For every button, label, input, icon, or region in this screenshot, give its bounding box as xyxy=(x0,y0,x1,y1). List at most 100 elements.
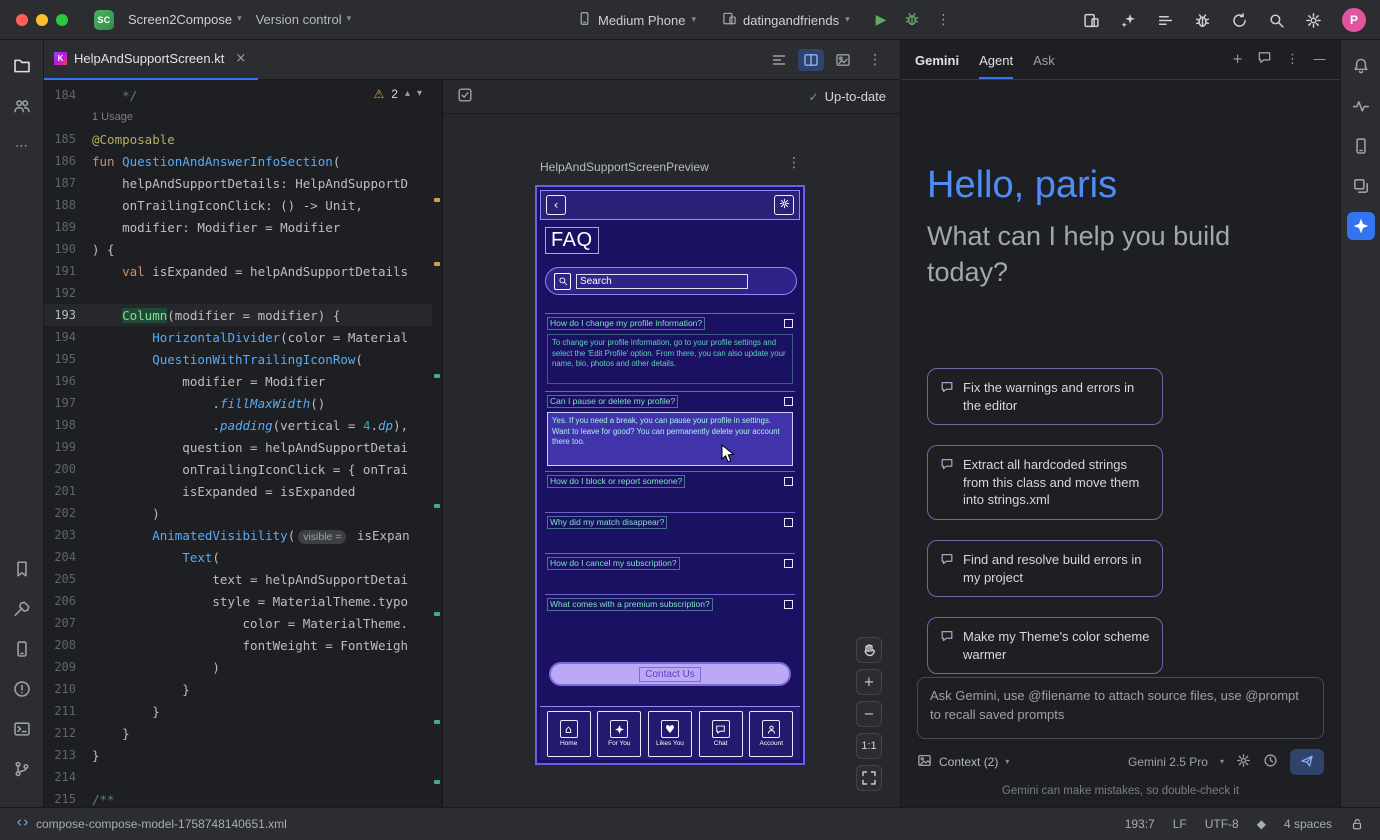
code-line[interactable]: 200 onTrailingIconClick = { onTrai xyxy=(44,458,432,480)
design-view-button[interactable] xyxy=(830,49,856,71)
nav-item-account[interactable]: Account xyxy=(749,711,793,757)
tab-ask[interactable]: Ask xyxy=(1033,53,1055,79)
suggestion-card[interactable]: Fix the warnings and errors in the edito… xyxy=(927,368,1163,425)
expand-icon[interactable] xyxy=(784,319,793,328)
inspections-widget[interactable]: ⚠ 2 ▴ ▾ xyxy=(369,86,426,102)
ai-actions-icon[interactable] xyxy=(1120,12,1137,29)
code-line[interactable]: 189 modifier: Modifier = Modifier xyxy=(44,216,432,238)
nav-item-home[interactable]: ⌂Home xyxy=(547,711,591,757)
code-line[interactable]: 208 fontWeight = FontWeigh xyxy=(44,634,432,656)
expand-icon[interactable] xyxy=(784,477,793,486)
expand-icon[interactable] xyxy=(784,600,793,609)
code-line[interactable]: 194 HorizontalDivider(color = Material xyxy=(44,326,432,348)
lock-icon[interactable] xyxy=(1350,817,1364,831)
code-line[interactable]: 1 Usage xyxy=(44,106,432,128)
code-line[interactable]: 215/** xyxy=(44,788,432,807)
phone-preview-blueprint[interactable]: ‹ FAQ Search How do I change xyxy=(535,185,805,765)
sync-project-icon[interactable] xyxy=(1231,12,1248,29)
history-icon[interactable] xyxy=(1263,753,1278,771)
code-line[interactable]: 202 ) xyxy=(44,502,432,524)
code-line[interactable]: 211 } xyxy=(44,700,432,722)
build-icon[interactable] xyxy=(8,595,36,623)
device-explorer-icon[interactable] xyxy=(8,635,36,663)
status-193-7[interactable]: 193:7 xyxy=(1125,817,1155,831)
contact-us-button[interactable]: Contact Us xyxy=(549,662,791,686)
code-line[interactable]: 190) { xyxy=(44,238,432,260)
tab-agent[interactable]: Agent xyxy=(979,53,1013,79)
running-devices-icon[interactable] xyxy=(1347,132,1375,160)
faq-question-row[interactable]: What comes with a premium subscription? xyxy=(545,595,795,615)
error-stripe-mark[interactable] xyxy=(434,612,440,616)
code-line[interactable]: 193 Column(modifier = modifier) { xyxy=(44,304,432,326)
expand-icon[interactable] xyxy=(784,518,793,527)
notifications-bell-icon[interactable] xyxy=(1347,52,1375,80)
gemini-prompt-input[interactable]: Ask Gemini, use @filename to attach sour… xyxy=(917,677,1324,739)
code-line[interactable]: 207 color = MaterialTheme. xyxy=(44,612,432,634)
editor-options-icon[interactable]: ⋮ xyxy=(862,49,888,71)
faq-question-row[interactable]: Can I pause or delete my profile? xyxy=(545,392,795,412)
settings-gear-icon[interactable] xyxy=(1305,12,1322,29)
suggestion-card[interactable]: Find and resolve build errors in my proj… xyxy=(927,540,1163,597)
pan-tool-button[interactable] xyxy=(856,637,882,663)
code-editor[interactable]: ⚠ 2 ▴ ▾ 184 */1 Usage185@Composable186fu… xyxy=(44,80,443,807)
more-options-icon[interactable]: ⋮ xyxy=(1286,53,1299,66)
back-button[interactable]: ‹ xyxy=(546,195,566,215)
error-stripe-mark[interactable] xyxy=(434,780,440,784)
zoom-out-button[interactable]: − xyxy=(856,701,882,727)
faq-question-row[interactable]: How do I block or report someone? xyxy=(545,472,795,492)
code-line[interactable]: 185@Composable xyxy=(44,128,432,150)
code-line[interactable]: 205 text = helpAndSupportDetai xyxy=(44,568,432,590)
project-folder-icon[interactable] xyxy=(8,52,36,80)
conversations-icon[interactable] xyxy=(1257,50,1272,68)
bookmarks-icon[interactable] xyxy=(8,555,36,583)
code-view-button[interactable] xyxy=(766,49,792,71)
faq-question-row[interactable]: How do I cancel my subscription? xyxy=(545,554,795,574)
error-stripe-mark[interactable] xyxy=(434,504,440,508)
close-tab-icon[interactable]: × xyxy=(235,52,246,65)
code-line[interactable]: 201 isExpanded = isExpanded xyxy=(44,480,432,502)
task-list-icon[interactable] xyxy=(1157,12,1174,29)
commit-users-icon[interactable] xyxy=(8,92,36,120)
maximize-window-button[interactable] xyxy=(56,14,68,26)
editor-tab[interactable]: K HelpAndSupportScreen.kt × xyxy=(44,40,258,80)
preview-options-icon[interactable]: ⋮ xyxy=(787,156,801,170)
code-line[interactable]: 195 QuestionWithTrailingIconRow( xyxy=(44,348,432,370)
device-mirroring-icon[interactable] xyxy=(1083,12,1100,29)
more-run-options-icon[interactable]: ⋮ xyxy=(936,13,950,27)
status-file[interactable]: compose-compose-model-1758748140651.xml xyxy=(16,816,287,832)
next-issue-icon[interactable]: ▾ xyxy=(417,89,422,99)
nav-item-chat[interactable]: Chat xyxy=(699,711,743,757)
code-line[interactable]: 186fun QuestionAndAnswerInfoSection( xyxy=(44,150,432,172)
code-line[interactable]: 210 } xyxy=(44,678,432,700)
expand-icon[interactable] xyxy=(784,559,793,568)
problems-icon[interactable] xyxy=(8,675,36,703)
run-button[interactable]: ▶ xyxy=(876,13,887,27)
error-stripe-mark[interactable] xyxy=(434,374,440,378)
debug-button[interactable] xyxy=(904,11,920,30)
expand-icon[interactable] xyxy=(784,397,793,406)
code-line[interactable]: 198 .padding(vertical = 4.dp), xyxy=(44,414,432,436)
status-4-spaces[interactable]: 4 spaces xyxy=(1284,817,1332,831)
code-line[interactable]: 213} xyxy=(44,744,432,766)
code-line[interactable]: 191 val isExpanded = helpAndSupportDetai… xyxy=(44,260,432,282)
gemini-spark-icon[interactable] xyxy=(1347,212,1375,240)
new-chat-icon[interactable]: + xyxy=(1232,53,1243,66)
zoom-ratio-button[interactable]: 1:1 xyxy=(856,733,882,759)
zoom-to-fit-button[interactable] xyxy=(856,765,882,791)
model-selector[interactable]: Gemini 2.5 Pro xyxy=(1128,755,1208,769)
profiler-icon[interactable] xyxy=(1347,92,1375,120)
preview-composable-name[interactable]: HelpAndSupportScreenPreview xyxy=(540,160,709,174)
code-line[interactable]: 196 modifier = Modifier xyxy=(44,370,432,392)
prev-issue-icon[interactable]: ▴ xyxy=(405,89,410,99)
code-line[interactable]: 188 onTrailingIconClick: () -> Unit, xyxy=(44,194,432,216)
suggestion-card[interactable]: Extract all hardcoded strings from this … xyxy=(927,445,1163,520)
code-line[interactable]: 206 style = MaterialTheme.typo xyxy=(44,590,432,612)
status-utf-8[interactable]: UTF-8 xyxy=(1205,817,1239,831)
hide-panel-icon[interactable]: — xyxy=(1313,53,1326,66)
ui-check-icon[interactable] xyxy=(457,87,473,106)
zoom-in-button[interactable]: + xyxy=(856,669,882,695)
code-line[interactable]: 209 ) xyxy=(44,656,432,678)
run-config-selector[interactable]: datingandfriends ▾ xyxy=(722,11,850,29)
diamond-icon[interactable]: ◆ xyxy=(1257,818,1266,830)
layout-inspector-icon[interactable] xyxy=(1347,172,1375,200)
